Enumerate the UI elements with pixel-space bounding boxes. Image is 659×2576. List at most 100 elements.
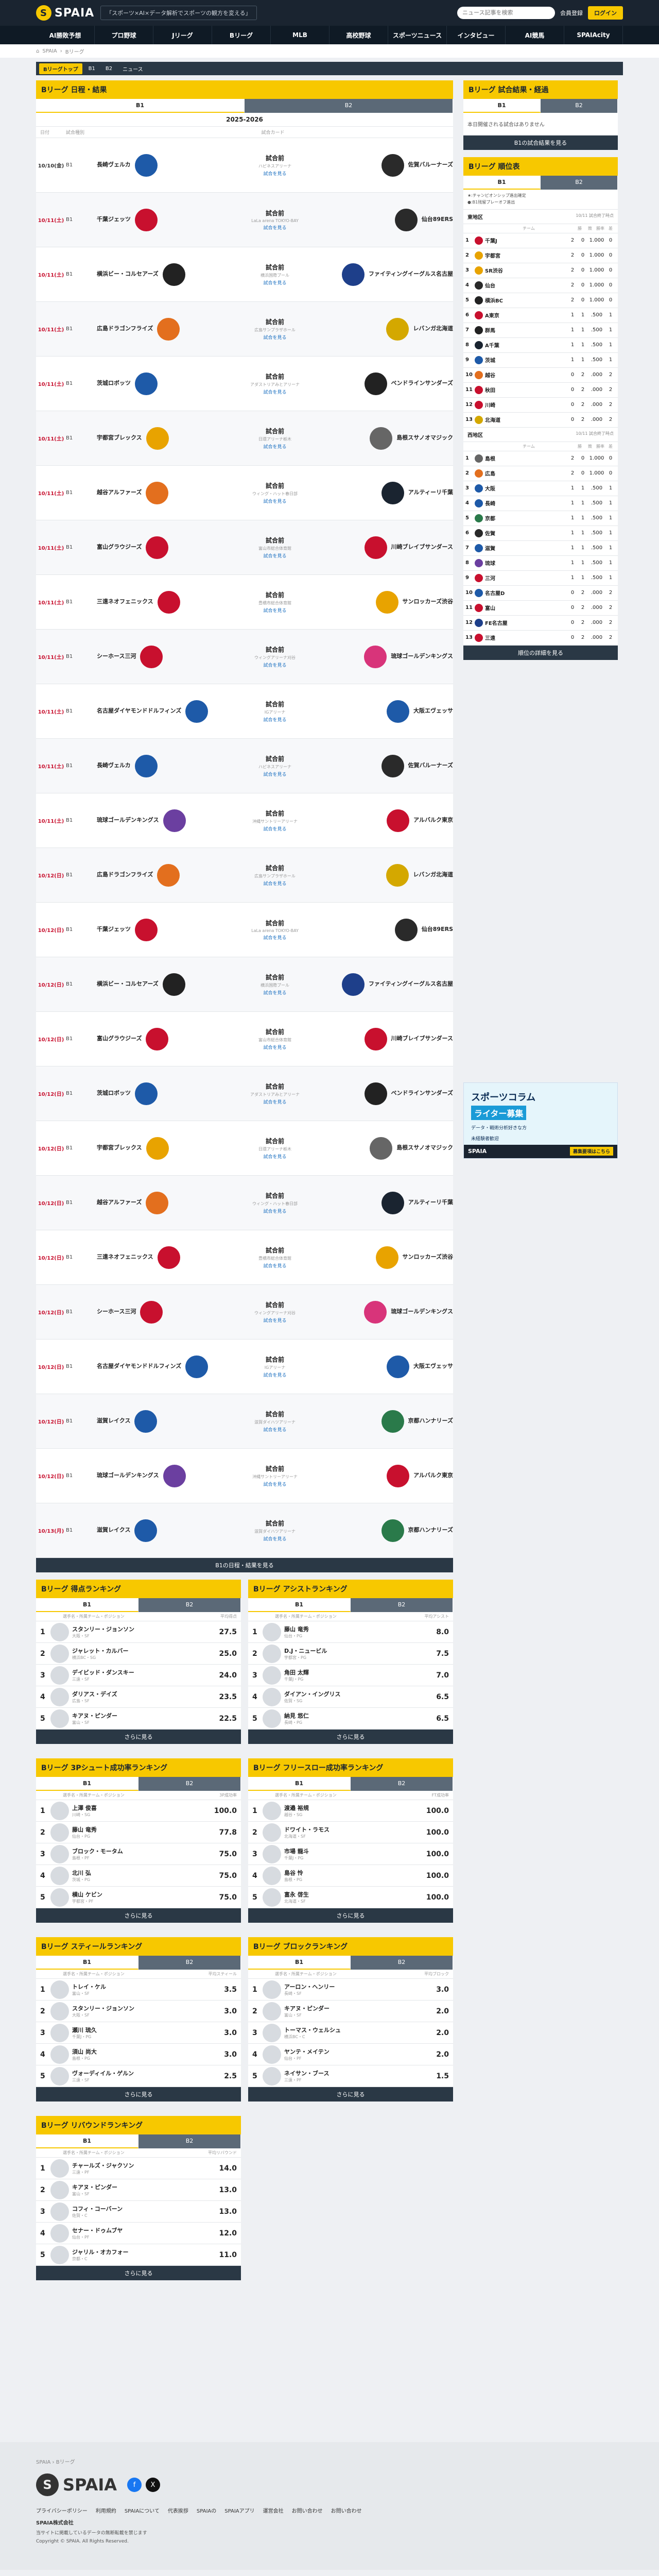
ranking-row[interactable]: 4 北川 弘茨城・PG 75.0 bbox=[36, 1865, 241, 1887]
results-more-button[interactable]: B1の試合結果を見る bbox=[463, 135, 618, 150]
ranking-tab-b2[interactable]: B2 bbox=[138, 1598, 241, 1612]
game-row[interactable]: 10/10(金) B1 長崎ヴェルカ 試合前 ハピネスアリーナ 試合を見る 佐賀バルーナーズ bbox=[36, 138, 453, 193]
ranking-tab-b2[interactable]: B2 bbox=[138, 1777, 241, 1791]
tab-b1[interactable]: B1 bbox=[36, 99, 245, 113]
standing-row[interactable]: 2 広島 2 0 1.000 0 bbox=[463, 466, 618, 481]
footer-link-contact-2[interactable]: お問い合わせ bbox=[331, 2506, 362, 2514]
away-team[interactable]: 茨城ロボッツ bbox=[97, 372, 234, 395]
nav-mlb[interactable]: MLB bbox=[271, 26, 330, 44]
game-detail-link[interactable]: 試合を見る bbox=[234, 662, 316, 668]
ranking-row[interactable]: 3 ブロック・モータム 島根・PF 75.0 bbox=[36, 1843, 241, 1865]
spaia-logo[interactable]: S SPAIA bbox=[36, 5, 94, 21]
game-row[interactable]: 10/12(日) B1 名古屋ダイヤモンドドルフィンズ 試合前 IGアリーナ 試合を見る 大… bbox=[36, 1340, 453, 1394]
game-detail-link[interactable]: 試合を見る bbox=[234, 934, 316, 941]
ranking-tab-b2[interactable]: B2 bbox=[351, 1956, 453, 1970]
ranking-row[interactable]: 3 市場 龍斗 千葉J・PG 100.0 bbox=[248, 1843, 453, 1865]
subnav-b1[interactable]: B1 bbox=[84, 64, 99, 73]
ranking-tab-b1[interactable]: B1 bbox=[36, 2134, 138, 2148]
game-detail-link[interactable]: 試合を見る bbox=[234, 771, 316, 777]
ranking-tab-b1[interactable]: B1 bbox=[36, 1777, 138, 1791]
standing-row[interactable]: 3 SR渋谷 2 0 1.000 0 bbox=[463, 263, 618, 278]
standing-row[interactable]: 12 川崎 0 2.000 2 bbox=[463, 398, 618, 413]
standing-row[interactable]: 13 北海道 0 2.000 2 bbox=[463, 413, 618, 428]
writer-recruit-ad[interactable]: スポーツコラム ライター募集 データ・戦術分析好きな方 未経験者歓迎 SPAIA… bbox=[463, 1082, 618, 1159]
game-detail-link[interactable]: 試合を見る bbox=[234, 716, 316, 723]
nav-ai-keiba[interactable]: AI競馬 bbox=[506, 26, 564, 44]
home-team[interactable]: ベンドラインサンダーズ bbox=[316, 372, 453, 395]
away-team[interactable]: 滋賀レイクス bbox=[97, 1519, 234, 1542]
breadcrumb-home[interactable]: SPAIA bbox=[42, 48, 57, 54]
standing-row[interactable]: 2 宇都宮 2 0 1.000 0 bbox=[463, 248, 618, 263]
home-team[interactable]: 大阪エヴェッサ bbox=[316, 700, 453, 723]
footer-link-privacy[interactable]: プライバシーポリシー bbox=[36, 2506, 88, 2514]
nav-bleague[interactable]: Bリーグ bbox=[212, 26, 271, 44]
game-detail-link[interactable]: 試合を見る bbox=[234, 1426, 316, 1433]
ranking-row[interactable]: 3 コフィ・コーバーン 佐賀・C 13.0 bbox=[36, 2201, 241, 2223]
home-team[interactable]: 川崎ブレイブサンダース bbox=[316, 1027, 453, 1050]
game-row[interactable]: 10/11(土) B1 広島ドラゴンフライズ 試合前 広島サンプラザホール 試合を見る レバ… bbox=[36, 302, 453, 357]
home-team[interactable]: 島根スサノオマジック bbox=[316, 1137, 453, 1160]
ranking-row[interactable]: 5 納見 悠仁 長崎・PG 6.5 bbox=[248, 1708, 453, 1730]
home-team[interactable]: レバンガ北海道 bbox=[316, 317, 453, 341]
standing-row[interactable]: 4 長崎 1 1.500 1 bbox=[463, 496, 618, 511]
away-team[interactable]: 広島ドラゴンフライズ bbox=[97, 317, 234, 341]
game-detail-link[interactable]: 試合を見る bbox=[234, 1098, 316, 1105]
home-team[interactable]: サンロッカーズ渋谷 bbox=[316, 590, 453, 614]
ranking-row[interactable]: 5 横山 ケビン 宇都宮・PF 75.0 bbox=[36, 1887, 241, 1908]
away-team[interactable]: シーホース三河 bbox=[97, 1300, 234, 1324]
tab-b2[interactable]: B2 bbox=[245, 99, 453, 113]
home-team[interactable]: 琉球ゴールデンキングス bbox=[316, 1300, 453, 1324]
ranking-row[interactable]: 1 トレイ・ケル 富山・SF 3.5 bbox=[36, 1979, 241, 2001]
game-row[interactable]: 10/11(土) B1 長崎ヴェルカ 試合前 ハピネスアリーナ 試合を見る 佐賀バルーナーズ bbox=[36, 739, 453, 793]
ranking-row[interactable]: 4 ダリアス・デイズ 広島・SF 23.5 bbox=[36, 1686, 241, 1708]
standing-row[interactable]: 11 秋田 0 2.000 2 bbox=[463, 383, 618, 398]
nav-ai-prediction[interactable]: AI勝敗予想 bbox=[36, 26, 95, 44]
home-team[interactable]: 佐賀バルーナーズ bbox=[316, 154, 453, 177]
standing-row[interactable]: 6 A東京 1 1.500 1 bbox=[463, 308, 618, 323]
footer-link-company[interactable]: 運営会社 bbox=[263, 2506, 284, 2514]
ranking-row[interactable]: 4 ヤンテ・メイテン 仙台・PF 2.0 bbox=[248, 2044, 453, 2065]
game-detail-link[interactable]: 試合を見る bbox=[234, 1262, 316, 1269]
away-team[interactable]: 茨城ロボッツ bbox=[97, 1082, 234, 1105]
subnav-top[interactable]: Bリーグトップ bbox=[39, 63, 82, 74]
standing-row[interactable]: 8 A千葉 1 1.500 1 bbox=[463, 338, 618, 353]
away-team[interactable]: 宇都宮ブレックス bbox=[97, 427, 234, 450]
ranking-tab-b1[interactable]: B1 bbox=[248, 1598, 351, 1612]
game-row[interactable]: 10/12(日) B1 三遠ネオフェニックス 試合前 豊橋市総合体育館 試合を見る サンロッ… bbox=[36, 1230, 453, 1285]
ranking-row[interactable]: 1 スタンリー・ジョンソン 大阪・SF 27.5 bbox=[36, 1621, 241, 1643]
standings-tab-b2[interactable]: B2 bbox=[541, 176, 618, 190]
ranking-tab-b2[interactable]: B2 bbox=[138, 2134, 241, 2148]
footer-link-contact[interactable]: お問い合わせ bbox=[292, 2506, 323, 2514]
home-team[interactable]: サンロッカーズ渋谷 bbox=[316, 1246, 453, 1269]
footer-link-about[interactable]: SPAIAについて bbox=[125, 2506, 160, 2514]
game-row[interactable]: 10/11(土) B1 琉球ゴールデンキングス 試合前 沖縄サントリーアリーナ 試合を見る… bbox=[36, 793, 453, 848]
home-team[interactable]: アルティーリ千葉 bbox=[316, 481, 453, 504]
ranking-row[interactable]: 2 スタンリー・ジョンソン 大阪・SF 3.0 bbox=[36, 2001, 241, 2022]
footer-link-spaia[interactable]: SPAIAの bbox=[197, 2506, 216, 2514]
away-team[interactable]: 広島ドラゴンフライズ bbox=[97, 863, 234, 887]
game-row[interactable]: 10/11(土) B1 横浜ビー・コルセアーズ 試合前 横浜国際プール 試合を見る ファイテ… bbox=[36, 247, 453, 302]
game-detail-link[interactable]: 試合を見る bbox=[234, 443, 316, 450]
game-row[interactable]: 10/12(日) B1 広島ドラゴンフライズ 試合前 広島サンプラザホール 試合を見る レバ… bbox=[36, 848, 453, 903]
ranking-tab-b1[interactable]: B1 bbox=[248, 1956, 351, 1970]
away-team[interactable]: 富山グラウジーズ bbox=[97, 536, 234, 559]
game-detail-link[interactable]: 試合を見る bbox=[234, 1317, 316, 1324]
game-detail-link[interactable]: 試合を見る bbox=[234, 498, 316, 504]
ranking-more-button[interactable]: さらに見る bbox=[248, 1908, 453, 1923]
ad-cta-button[interactable]: 募集要項はこちら bbox=[569, 1147, 613, 1156]
game-row[interactable]: 10/12(日) B1 滋賀レイクス 試合前 滋賀ダイハツアリーナ 試合を見る 京都ハンナリ… bbox=[36, 1394, 453, 1449]
nav-interview[interactable]: インタビュー bbox=[447, 26, 506, 44]
away-team[interactable]: 富山グラウジーズ bbox=[97, 1027, 234, 1050]
ranking-more-button[interactable]: さらに見る bbox=[36, 2087, 241, 2102]
game-detail-link[interactable]: 試合を見る bbox=[234, 880, 316, 887]
standing-row[interactable]: 9 茨城 1 1.500 1 bbox=[463, 353, 618, 368]
game-row[interactable]: 10/12(日) B1 茨城ロボッツ 試合前 アダストリアみとアリーナ 試合を見る ベンドラ… bbox=[36, 1066, 453, 1121]
nav-npb[interactable]: プロ野球 bbox=[95, 26, 153, 44]
ranking-row[interactable]: 4 須山 尚大 島根・PG 3.0 bbox=[36, 2044, 241, 2065]
game-row[interactable]: 10/12(日) B1 千葉ジェッツ 試合前 LaLa arena TOKYO-BAY 試… bbox=[36, 903, 453, 957]
ranking-tab-b2[interactable]: B2 bbox=[138, 1956, 241, 1970]
ranking-tab-b1[interactable]: B1 bbox=[36, 1956, 138, 1970]
standing-row[interactable]: 5 横浜BC 2 0 1.000 0 bbox=[463, 293, 618, 308]
home-icon[interactable]: ⌂ bbox=[36, 48, 39, 54]
game-detail-link[interactable]: 試合を見る bbox=[234, 1371, 316, 1378]
